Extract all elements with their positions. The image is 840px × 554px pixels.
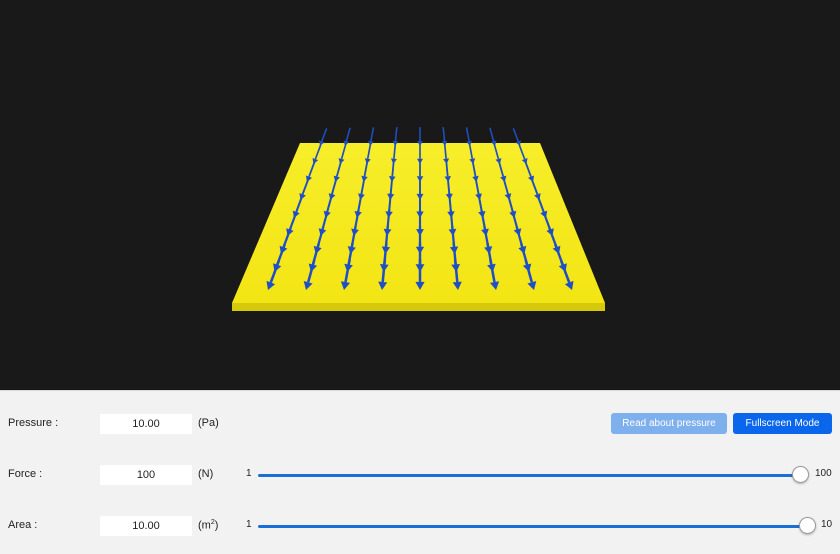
area-unit-base: (m	[198, 519, 211, 532]
area-slider-track[interactable]	[258, 525, 808, 528]
pressure-plate-edge	[232, 303, 605, 311]
area-slider-max: 10	[821, 519, 833, 530]
force-label: Force :	[8, 468, 43, 480]
force-arrow-shaft	[512, 128, 520, 142]
force-arrow-shaft	[442, 127, 446, 142]
area-unit-close: )	[214, 519, 219, 532]
force-unit: (N)	[198, 468, 214, 480]
force-arrow-shaft	[394, 127, 398, 142]
pressure-label: Pressure :	[8, 417, 59, 429]
force-arrow-shaft	[320, 128, 328, 142]
force-arrow-shaft	[489, 127, 495, 142]
fullscreen-mode-button[interactable]: Fullscreen Mode	[733, 413, 832, 434]
force-slider-max: 100	[815, 468, 832, 479]
force-arrow-shaft	[370, 127, 375, 142]
area-row: Area : 10.00 (m2) 1 10	[0, 514, 840, 538]
area-slider-min: 1	[246, 519, 252, 530]
pressure-scene	[232, 127, 605, 311]
pressure-value-field[interactable]: 10.00	[100, 414, 192, 434]
force-arrow-shaft	[465, 127, 470, 142]
force-value-field[interactable]: 100	[100, 465, 192, 485]
area-slider-thumb[interactable]	[799, 517, 816, 534]
3d-viewport[interactable]	[0, 0, 840, 390]
read-about-pressure-button[interactable]: Read about pressure	[611, 413, 727, 434]
pressure-unit: (Pa)	[198, 417, 219, 429]
area-value-field[interactable]: 10.00	[100, 516, 192, 536]
force-slider-thumb[interactable]	[792, 466, 809, 483]
force-slider-track[interactable]	[258, 474, 801, 477]
area-unit: (m2)	[198, 519, 218, 532]
control-panel: Pressure : 10.00 (Pa) Read about pressur…	[0, 390, 840, 554]
force-arrow-shaft	[345, 127, 351, 142]
area-label: Area :	[8, 519, 38, 531]
force-slider-min: 1	[246, 468, 252, 479]
force-row: Force : 100 (N) 1 100	[0, 463, 840, 487]
pressure-plate-top	[232, 143, 605, 303]
